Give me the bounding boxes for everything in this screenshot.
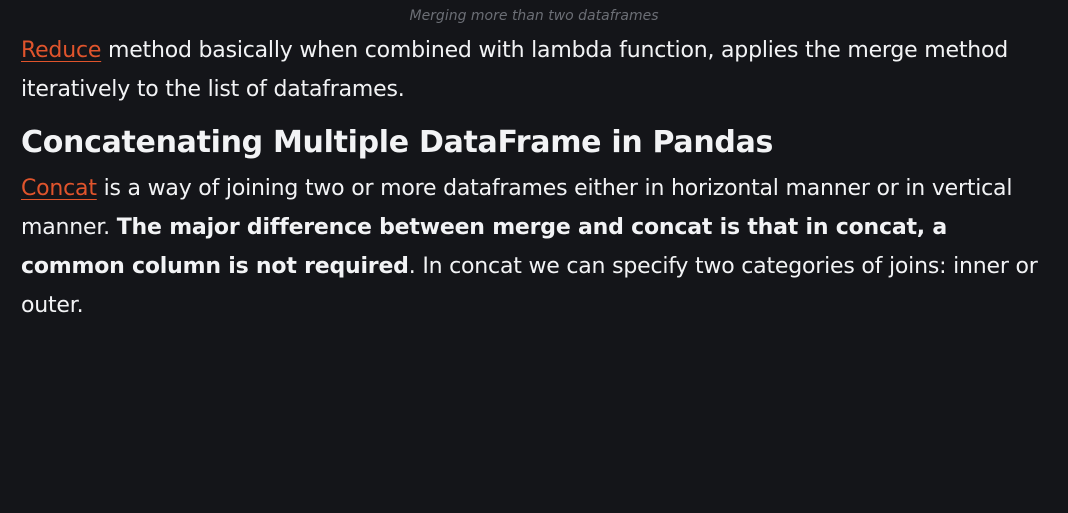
- article-page: Merging more than two dataframes Reduce …: [0, 0, 1068, 513]
- section-heading: Concatenating Multiple DataFrame in Pand…: [21, 125, 774, 160]
- article-content: Reduce method basically when combined wi…: [21, 31, 1051, 325]
- reduce-link[interactable]: Reduce: [21, 38, 101, 63]
- paragraph-reduce-text: method basically when combined with lamb…: [21, 38, 1009, 102]
- paragraph-concat: Concat is a way of joining two or more d…: [21, 169, 1051, 325]
- image-caption: Merging more than two dataframes: [409, 8, 659, 24]
- paragraph-reduce: Reduce method basically when combined wi…: [21, 31, 1051, 109]
- concat-link[interactable]: Concat: [21, 176, 97, 201]
